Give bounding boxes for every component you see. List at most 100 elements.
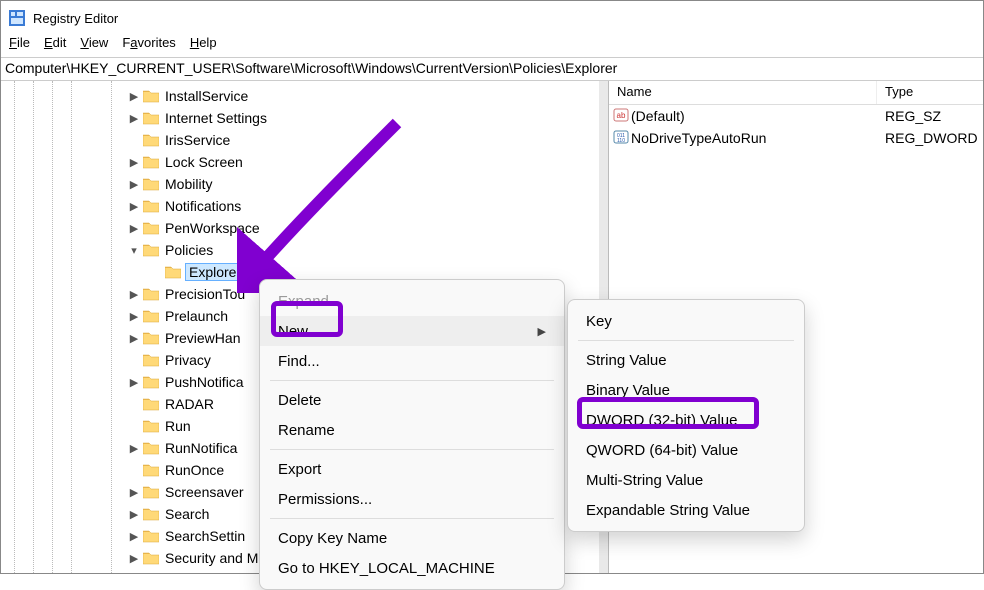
tree-item[interactable]: ▶ Lock Screen [1, 151, 608, 173]
folder-icon [143, 155, 159, 169]
ctx-find[interactable]: Find... [260, 346, 564, 376]
column-header-name[interactable]: Name [609, 81, 877, 104]
chevron-right-icon: ▶ [538, 325, 546, 338]
dword-value-icon: 011110 [609, 129, 629, 148]
value-type: REG_DWORD [877, 130, 983, 146]
ctx-export[interactable]: Export [260, 454, 564, 484]
tree-item[interactable]: ▶ PenWorkspace [1, 217, 608, 239]
values-header: Name Type [609, 81, 983, 105]
tree-expander-icon[interactable]: ▶ [127, 178, 141, 191]
tree-expander-icon[interactable]: ▶ [127, 332, 141, 345]
folder-icon [143, 331, 159, 345]
tree-item-label: Policies [163, 242, 215, 258]
tree-item-label: InstallService [163, 88, 250, 104]
tree-expander-icon[interactable]: ▶ [127, 376, 141, 389]
svg-text:110: 110 [617, 138, 625, 144]
tree-item-label: Notifications [163, 198, 243, 214]
tree-item-label: IrisService [163, 132, 232, 148]
value-name: (Default) [629, 108, 877, 124]
value-type: REG_SZ [877, 108, 983, 124]
ctx-delete[interactable]: Delete [260, 385, 564, 415]
tree-expander-icon[interactable]: ▶ [127, 530, 141, 543]
registry-editor-window: Registry Editor File Edit View Favorites… [0, 0, 984, 574]
tree-expander-icon[interactable]: ▶ [127, 486, 141, 499]
menu-edit[interactable]: Edit [44, 35, 66, 57]
ctx-go-to-hklm[interactable]: Go to HKEY_LOCAL_MACHINE [260, 553, 564, 583]
value-name: NoDriveTypeAutoRun [629, 130, 877, 146]
tree-item-label: PrecisionTou [163, 286, 247, 302]
sub-expandable-string-value[interactable]: Expandable String Value [568, 495, 804, 525]
folder-icon [143, 287, 159, 301]
folder-icon [143, 375, 159, 389]
string-value-icon: ab [609, 107, 629, 126]
tree-item[interactable]: ▾ Policies [1, 239, 608, 261]
address-text: Computer\HKEY_CURRENT_USER\Software\Micr… [5, 60, 617, 76]
sub-qword-value[interactable]: QWORD (64-bit) Value [568, 435, 804, 465]
menu-view[interactable]: View [80, 35, 108, 57]
tree-expander-icon[interactable]: ▶ [127, 508, 141, 521]
column-header-type[interactable]: Type [877, 81, 983, 104]
tree-item[interactable]: IrisService [1, 129, 608, 151]
tree-item[interactable]: ▶ Internet Settings [1, 107, 608, 129]
folder-icon [143, 551, 159, 565]
sub-key[interactable]: Key [568, 306, 804, 336]
tree-item-label: Prelaunch [163, 308, 230, 324]
folder-icon [143, 89, 159, 103]
tree-expander-icon[interactable]: ▶ [127, 200, 141, 213]
folder-icon [143, 507, 159, 521]
tree-item-label: RunNotifica [163, 440, 239, 456]
regedit-icon [9, 10, 25, 26]
address-bar[interactable]: Computer\HKEY_CURRENT_USER\Software\Micr… [1, 57, 983, 81]
menu-help[interactable]: Help [190, 35, 217, 57]
tree-item-label: PenWorkspace [163, 220, 262, 236]
tree-expander-icon[interactable]: ▶ [127, 288, 141, 301]
folder-icon [143, 111, 159, 125]
folder-icon [143, 419, 159, 433]
tree-item-label: Search [163, 506, 211, 522]
tree-expander-icon[interactable]: ▶ [127, 90, 141, 103]
tree-expander-icon[interactable]: ▶ [127, 442, 141, 455]
ctx-expand: Expand [260, 286, 564, 316]
folder-icon [143, 309, 159, 323]
folder-icon [143, 221, 159, 235]
ctx-permissions[interactable]: Permissions... [260, 484, 564, 514]
ctx-new[interactable]: New ▶ [260, 316, 564, 346]
value-row[interactable]: ab(Default)REG_SZ [609, 105, 983, 127]
titlebar[interactable]: Registry Editor [1, 1, 983, 35]
menu-favorites[interactable]: Favorites [122, 35, 175, 57]
tree-item-label: PreviewHan [163, 330, 242, 346]
tree-expander-icon[interactable]: ▶ [127, 310, 141, 323]
svg-text:ab: ab [617, 111, 626, 120]
tree-expander-icon[interactable]: ▾ [127, 244, 141, 257]
tree-item-label: Screensaver [163, 484, 246, 500]
tree-item-label: SearchSettin [163, 528, 247, 544]
context-submenu-new: Key String Value Binary Value DWORD (32-… [567, 299, 805, 532]
tree-expander-icon[interactable]: ▶ [127, 222, 141, 235]
tree-item-label: Lock Screen [163, 154, 245, 170]
folder-icon [143, 177, 159, 191]
tree-expander-icon[interactable]: ▶ [127, 156, 141, 169]
sub-dword-value[interactable]: DWORD (32-bit) Value [568, 405, 804, 435]
tree-item-label: PushNotifica [163, 374, 246, 390]
tree-item-label: Privacy [163, 352, 213, 368]
tree-item[interactable]: ▶ Notifications [1, 195, 608, 217]
tree-item[interactable]: ▶ InstallService [1, 85, 608, 107]
tree-expander-icon[interactable]: ▶ [127, 552, 141, 565]
sub-binary-value[interactable]: Binary Value [568, 375, 804, 405]
folder-icon [143, 441, 159, 455]
tree-expander-icon[interactable]: ▶ [127, 112, 141, 125]
tree-item-label: RunOnce [163, 462, 226, 478]
sub-multi-string-value[interactable]: Multi-String Value [568, 465, 804, 495]
tree-item-label: Internet Settings [163, 110, 269, 126]
ctx-copy-key-name[interactable]: Copy Key Name [260, 523, 564, 553]
tree-item-label: RADAR [163, 396, 216, 412]
folder-icon [143, 243, 159, 257]
menubar: File Edit View Favorites Help [1, 35, 983, 57]
menu-file[interactable]: File [9, 35, 30, 57]
value-row[interactable]: 011110NoDriveTypeAutoRunREG_DWORD [609, 127, 983, 149]
context-menu: Expand New ▶ Find... Delete Rename Expor… [259, 279, 565, 590]
window-title: Registry Editor [33, 11, 118, 26]
sub-string-value[interactable]: String Value [568, 345, 804, 375]
ctx-rename[interactable]: Rename [260, 415, 564, 445]
tree-item[interactable]: ▶Mobility [1, 173, 608, 195]
